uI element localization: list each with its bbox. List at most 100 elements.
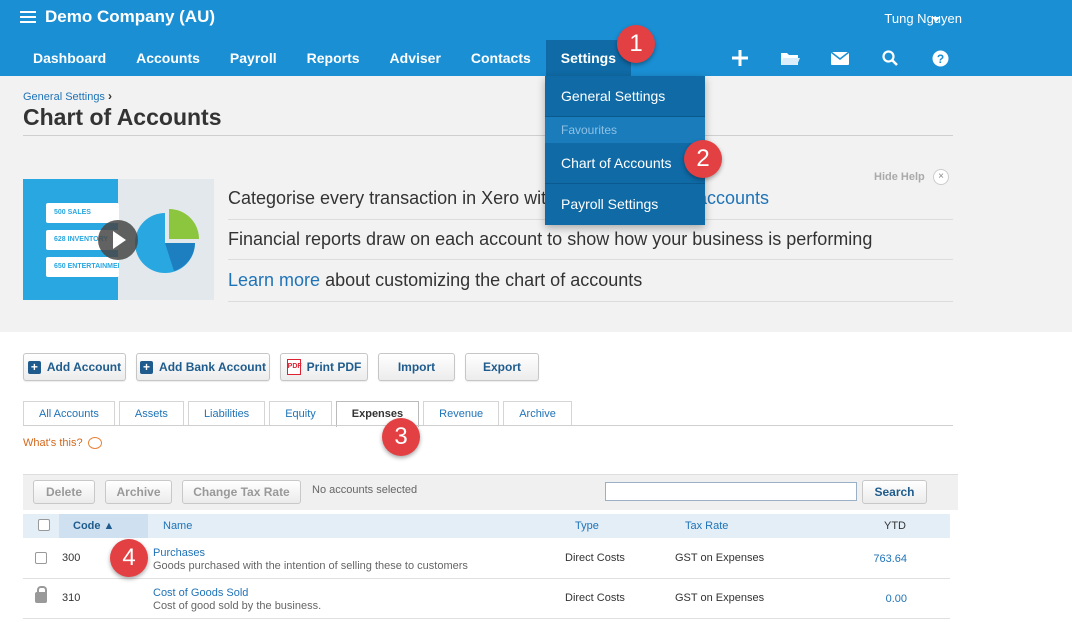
step-badge-1: 1: [617, 25, 655, 63]
help-text-1: Categorise every transaction in Xero wit…: [228, 188, 769, 209]
account-code: 300: [62, 552, 81, 564]
print-pdf-button[interactable]: PDF Print PDF: [280, 353, 368, 381]
account-name-link[interactable]: Purchases: [153, 547, 205, 559]
tab-archive[interactable]: Archive: [503, 401, 572, 426]
account-code: 310: [62, 592, 81, 604]
account-description: Goods purchased with the intention of se…: [153, 560, 468, 572]
learn-more-link[interactable]: Learn more: [228, 270, 320, 290]
close-icon[interactable]: ×: [933, 169, 949, 185]
selection-status: No accounts selected: [312, 484, 418, 496]
breadcrumb: General Settings ›: [23, 89, 112, 103]
menu-item-general-settings[interactable]: General Settings: [545, 76, 705, 117]
help-text-2: Financial reports draw on each account t…: [228, 229, 873, 249]
table-row[interactable]: 310 Cost of Goods Sold Cost of good sold…: [23, 579, 950, 619]
help-text-3: Learn more about customizing the chart o…: [228, 270, 642, 291]
breadcrumb-link[interactable]: General Settings: [23, 91, 105, 103]
row-checkbox[interactable]: [35, 552, 47, 564]
account-type: Direct Costs: [565, 552, 625, 564]
page-title: Chart of Accounts: [23, 104, 222, 130]
settings-dropdown: General Settings Favourites Chart of Acc…: [545, 76, 705, 225]
account-ytd-link[interactable]: 0.00: [847, 593, 907, 605]
divider: [228, 301, 953, 302]
account-ytd-link[interactable]: 763.64: [847, 553, 907, 565]
import-button[interactable]: Import: [378, 353, 455, 381]
account-tax-rate: GST on Expenses: [675, 552, 765, 564]
account-name-link[interactable]: Cost of Goods Sold: [153, 587, 248, 599]
nav-reports[interactable]: Reports: [292, 40, 375, 76]
column-name[interactable]: Name: [163, 520, 192, 532]
menu-item-payroll-settings[interactable]: Payroll Settings: [545, 184, 705, 225]
svg-text:?: ?: [936, 52, 943, 66]
whats-this-label: What's this?: [23, 437, 83, 449]
search-input[interactable]: [605, 482, 857, 501]
divider: [23, 135, 953, 136]
export-button[interactable]: Export: [465, 353, 539, 381]
play-icon[interactable]: [98, 220, 138, 260]
table-row[interactable]: 300 Purchases Goods purchased with the i…: [23, 539, 950, 579]
divider: [228, 259, 953, 260]
help-text-1-start: Categorise every transaction in Xero wit: [228, 188, 547, 208]
company-name: Demo Company (AU): [45, 7, 216, 26]
help-text-3-rest: about customizing the chart of accounts: [320, 270, 643, 290]
nav-accounts[interactable]: Accounts: [121, 40, 215, 76]
account-description: Cost of good sold by the business.: [153, 600, 322, 612]
hide-help-link[interactable]: Hide Help: [874, 171, 925, 183]
plus-icon: +: [140, 360, 154, 374]
main-nav: Dashboard Accounts Payroll Reports Advis…: [18, 40, 632, 76]
pdf-icon: PDF: [286, 359, 302, 375]
nav-icon-group: ?: [715, 40, 965, 76]
tab-revenue[interactable]: Revenue: [423, 401, 500, 426]
add-account-label: Add Account: [46, 360, 122, 374]
menu-item-chart-of-accounts[interactable]: Chart of Accounts: [545, 143, 705, 184]
step-badge-4: 4: [110, 539, 148, 577]
account-type: Direct Costs: [565, 592, 625, 604]
nav-payroll[interactable]: Payroll: [215, 40, 292, 76]
whats-this-link[interactable]: What's this?: [23, 437, 102, 449]
tab-liabilities[interactable]: Liabilities: [187, 401, 266, 426]
user-menu[interactable]: Tung Nguyen: [884, 11, 962, 26]
folder-icon[interactable]: [765, 40, 815, 76]
company-switcher[interactable]: Demo Company (AU): [20, 7, 215, 27]
divider: [23, 425, 953, 426]
archive-button[interactable]: Archive: [105, 480, 172, 504]
nav-adviser[interactable]: Adviser: [375, 40, 456, 76]
menu-section-favourites: Favourites: [545, 117, 705, 143]
account-tax-rate: GST on Expenses: [675, 592, 765, 604]
tab-equity[interactable]: Equity: [269, 401, 332, 426]
speech-bubble-icon: [87, 437, 102, 449]
column-type[interactable]: Type: [575, 520, 599, 532]
top-bar: Demo Company (AU) Tung Nguyen Dashboard …: [0, 0, 1072, 76]
account-type-tabs: All Accounts Assets Liabilities Equity E…: [23, 401, 576, 427]
delete-button[interactable]: Delete: [33, 480, 95, 504]
step-badge-3: 3: [382, 418, 420, 456]
tab-all-accounts[interactable]: All Accounts: [23, 401, 115, 426]
column-ytd[interactable]: YTD: [884, 520, 906, 532]
nav-dashboard[interactable]: Dashboard: [18, 40, 121, 76]
tab-assets[interactable]: Assets: [118, 401, 184, 426]
help-icon[interactable]: ?: [915, 40, 965, 76]
video-label: 650 ENTERTAINMENT: [46, 257, 119, 277]
column-code[interactable]: Code ▲: [73, 520, 114, 532]
add-bank-account-button[interactable]: + Add Bank Account: [136, 353, 270, 381]
step-badge-2: 2: [684, 140, 722, 178]
video-label: 500 SALES: [46, 203, 119, 223]
plus-icon: +: [27, 360, 41, 374]
mail-icon[interactable]: [815, 40, 865, 76]
lock-icon: [35, 586, 47, 603]
select-all-checkbox[interactable]: [38, 519, 50, 531]
nav-contacts[interactable]: Contacts: [456, 40, 546, 76]
print-pdf-label: Print PDF: [306, 360, 362, 374]
search-button[interactable]: Search: [862, 480, 927, 504]
column-tax-rate[interactable]: Tax Rate: [685, 520, 728, 532]
help-link-accounts[interactable]: accounts: [697, 188, 769, 209]
table-header: Code ▲ Name Type Tax Rate YTD: [23, 514, 950, 538]
pie-chart-icon: [135, 209, 199, 273]
plus-icon[interactable]: [715, 40, 765, 76]
search-icon[interactable]: [865, 40, 915, 76]
breadcrumb-separator: ›: [108, 89, 112, 103]
chevron-down-icon[interactable]: [932, 17, 940, 22]
menu-icon: [20, 10, 36, 24]
add-account-button[interactable]: + Add Account: [23, 353, 126, 381]
add-bank-account-label: Add Bank Account: [159, 360, 266, 374]
change-tax-rate-button[interactable]: Change Tax Rate: [182, 480, 301, 504]
